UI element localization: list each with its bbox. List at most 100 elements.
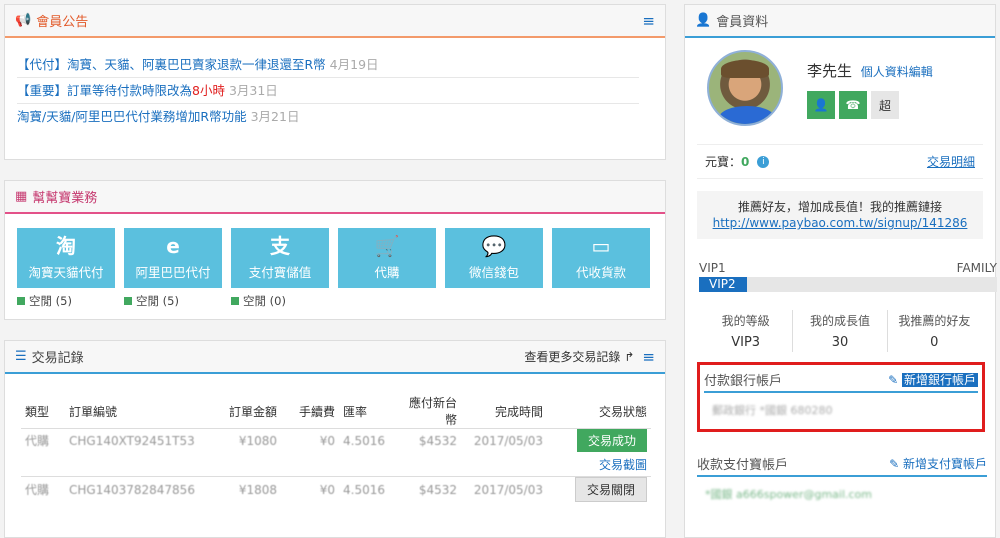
member-header: 👤 會員資料 <box>685 5 995 38</box>
alibaba-button[interactable]: e 阿里巴巴代付 <box>124 228 222 288</box>
transactions-table: 類型 訂單編號 訂單金額 手續費 匯率 應付新台幣 完成時間 交易狀態 代購 C… <box>21 394 651 502</box>
member-stats: 我的等級 VIP3 我的成長值 30 我推薦的好友 0 <box>699 310 981 352</box>
super-button[interactable]: 超 <box>871 91 899 119</box>
cell-time: 2017/05/03 <box>473 433 543 448</box>
service-label: 阿里巴巴代付 <box>135 265 211 280</box>
status-dot <box>124 297 132 305</box>
notice-item[interactable]: 【重要】訂單等待付款時限改為8小時 3月31日 <box>17 78 639 104</box>
screenshot-link[interactable]: 交易截圖 <box>599 458 647 472</box>
wechat-icon: 💬 <box>481 234 507 258</box>
notice-header: 📢 會員公告 ≡ <box>5 5 665 38</box>
user-icon: 👤 <box>695 13 712 28</box>
table-row: 代購 CHG1403782847856 ¥1808 ¥0 4.5016 $453… <box>21 476 651 502</box>
cell-amount: ¥1808 <box>215 476 281 502</box>
service-cod: ▭ 代收貨款 <box>552 228 650 308</box>
vip-labels: VIP1 FAMILY <box>699 261 997 275</box>
notice-link[interactable]: 【代付】淘寶、天貓、阿裏巴巴賣家退款一律退還至R幣 <box>17 57 326 72</box>
profile-buttons: 👤 ☎ 超 <box>807 91 933 119</box>
notice-date: 3月21日 <box>250 109 300 124</box>
bank-account-section: 付款銀行帳戶 ✎ 新增銀行帳戶 郵政銀行 *國銀 680280 <box>697 362 985 432</box>
status-success-button[interactable]: 交易成功 <box>576 429 647 453</box>
menu-icon[interactable]: ≡ <box>642 348 655 366</box>
col-header: 應付新台幣 <box>397 394 461 429</box>
service-label: 微信錢包 <box>468 265 519 280</box>
avatar <box>707 50 783 126</box>
member-panel: 👤 會員資料 李先生 個人資料編輯 👤 ☎ 超 元寶： 0 i 交易明細 推薦好… <box>684 4 997 538</box>
alipay-icon: 支 <box>270 234 290 258</box>
alipay-account-header: 收款支付寶帳戶 ✎ 新增支付寶帳戶 <box>697 451 987 477</box>
referral-link[interactable]: http://www.paybao.com.tw/signup/141286 <box>713 216 968 230</box>
col-header: 訂單金額 <box>215 394 281 429</box>
table-row: 代購 CHG140XT92451T53 ¥1080 ¥0 4.5016 $453… <box>21 429 651 453</box>
cell-type: 代購 <box>21 476 65 502</box>
cell-twd: $4532 <box>418 433 457 448</box>
cell-order: CHG140XT92451T53 <box>69 433 195 448</box>
col-header: 手續費 <box>281 394 339 429</box>
notice-item[interactable]: 【代付】淘寶、天貓、阿裏巴巴賣家退款一律退還至R幣 4月19日 <box>17 52 639 78</box>
cod-button[interactable]: ▭ 代收貨款 <box>552 228 650 288</box>
service-taobao: 淘 淘寶天貓代付 空閒 (5) <box>17 228 115 308</box>
vip-fill: VIP2 <box>699 277 747 292</box>
col-header: 交易狀態 <box>547 394 651 429</box>
stat-referrals: 我推薦的好友 0 <box>898 314 971 350</box>
stat-growth: 我的成長值 30 <box>793 310 888 352</box>
edit-profile-link[interactable]: 個人資料編輯 <box>861 65 933 79</box>
status-dot <box>231 297 239 305</box>
avatar-hat <box>721 60 769 78</box>
col-header: 匯率 <box>339 394 397 429</box>
alipay-account-value: *國銀 a666spower@gmail.com <box>705 488 873 501</box>
transactions-title: ☰ 交易記錄 <box>15 349 84 366</box>
cell-rate: 4.5016 <box>339 476 397 502</box>
status-dot <box>17 297 25 305</box>
service-status: 空閒 (5) <box>124 294 222 308</box>
coin-value: 0 <box>741 154 750 169</box>
menu-icon[interactable]: ≡ <box>642 12 655 30</box>
service-label: 支付寶儲值 <box>248 265 312 280</box>
notice-panel: 📢 會員公告 ≡ 【代付】淘寶、天貓、阿裏巴巴賣家退款一律退還至R幣 4月19日… <box>4 4 666 160</box>
bank-account-header: 付款銀行帳戶 ✎ 新增銀行帳戶 <box>704 367 978 393</box>
cell-link: 交易截圖 <box>547 453 651 477</box>
notice-item[interactable]: 淘寶/天貓/阿里巴巴代付業務增加R幣功能 3月21日 <box>17 104 639 130</box>
coin-row: 元寶： 0 i 交易明細 <box>697 144 983 179</box>
taobao-button[interactable]: 淘 淘寶天貓代付 <box>17 228 115 288</box>
member-title: 👤 會員資料 <box>695 13 769 30</box>
service-label: 淘寶天貓代付 <box>28 265 104 280</box>
user-icon[interactable]: 👤 <box>807 91 835 119</box>
services-title: ▦ 幫幫寶業務 <box>15 189 98 206</box>
service-wechat: 💬 微信錢包 <box>445 228 543 308</box>
cell-time: 2017/05/03 <box>461 476 547 502</box>
notice-highlight: 8小時 <box>192 83 225 98</box>
vip-progress: VIP1 FAMILY VIP2 <box>699 261 997 292</box>
grid-icon: ▦ <box>15 189 28 204</box>
phone-icon[interactable]: ☎ <box>839 91 867 119</box>
status-closed-button[interactable]: 交易關閉 <box>574 477 647 502</box>
edit-icon: ✎ <box>888 372 899 387</box>
profile-info: 李先生 個人資料編輯 👤 ☎ 超 <box>807 50 933 134</box>
add-alipay-account-link[interactable]: ✎ 新增支付寶帳戶 <box>889 455 987 472</box>
cell-twd: $4532 <box>397 476 461 502</box>
cell-status: 交易關閉 <box>547 476 651 502</box>
table-row-extra: 交易截圖 <box>21 453 651 477</box>
profile-name: 李先生 個人資料編輯 <box>807 62 933 80</box>
wechat-wallet-button[interactable]: 💬 微信錢包 <box>445 228 543 288</box>
share-icon: ↱ <box>624 349 635 364</box>
alipay-topup-button[interactable]: 支 支付寶儲值 <box>231 228 329 288</box>
notice-link[interactable]: 【重要】訂單等待付款時限改為 <box>17 83 192 98</box>
notice-date: 4月19日 <box>329 57 379 72</box>
cell-status: 交易成功 <box>547 429 651 453</box>
purchase-button[interactable]: 🛒 代購 <box>338 228 436 288</box>
services-header: ▦ 幫幫寶業務 <box>5 181 665 214</box>
services-panel: ▦ 幫幫寶業務 淘 淘寶天貓代付 空閒 (5) e 阿里巴巴代付 空閒 (5) … <box>4 180 666 320</box>
cell-fee: ¥0 <box>319 433 335 448</box>
add-bank-account-link[interactable]: ✎ 新增銀行帳戶 <box>888 371 978 388</box>
taobao-icon: 淘 <box>56 234 76 258</box>
notice-link[interactable]: 淘寶/天貓/阿里巴巴代付業務增加R幣功能 <box>17 109 247 124</box>
transaction-details-link[interactable]: 交易明細 <box>927 153 975 170</box>
stat-level: 我的等級 VIP3 <box>699 310 794 352</box>
cell-order: CHG1403782847856 <box>65 476 215 502</box>
service-status: 空閒 (5) <box>17 294 115 308</box>
info-icon[interactable]: i <box>757 155 770 168</box>
more-transactions-link[interactable]: 查看更多交易記錄 ↱ <box>524 348 634 365</box>
service-label: 代購 <box>374 265 400 280</box>
referral-box: 推薦好友，增加成長值！我的推薦鏈接 http://www.paybao.com.… <box>697 191 983 239</box>
